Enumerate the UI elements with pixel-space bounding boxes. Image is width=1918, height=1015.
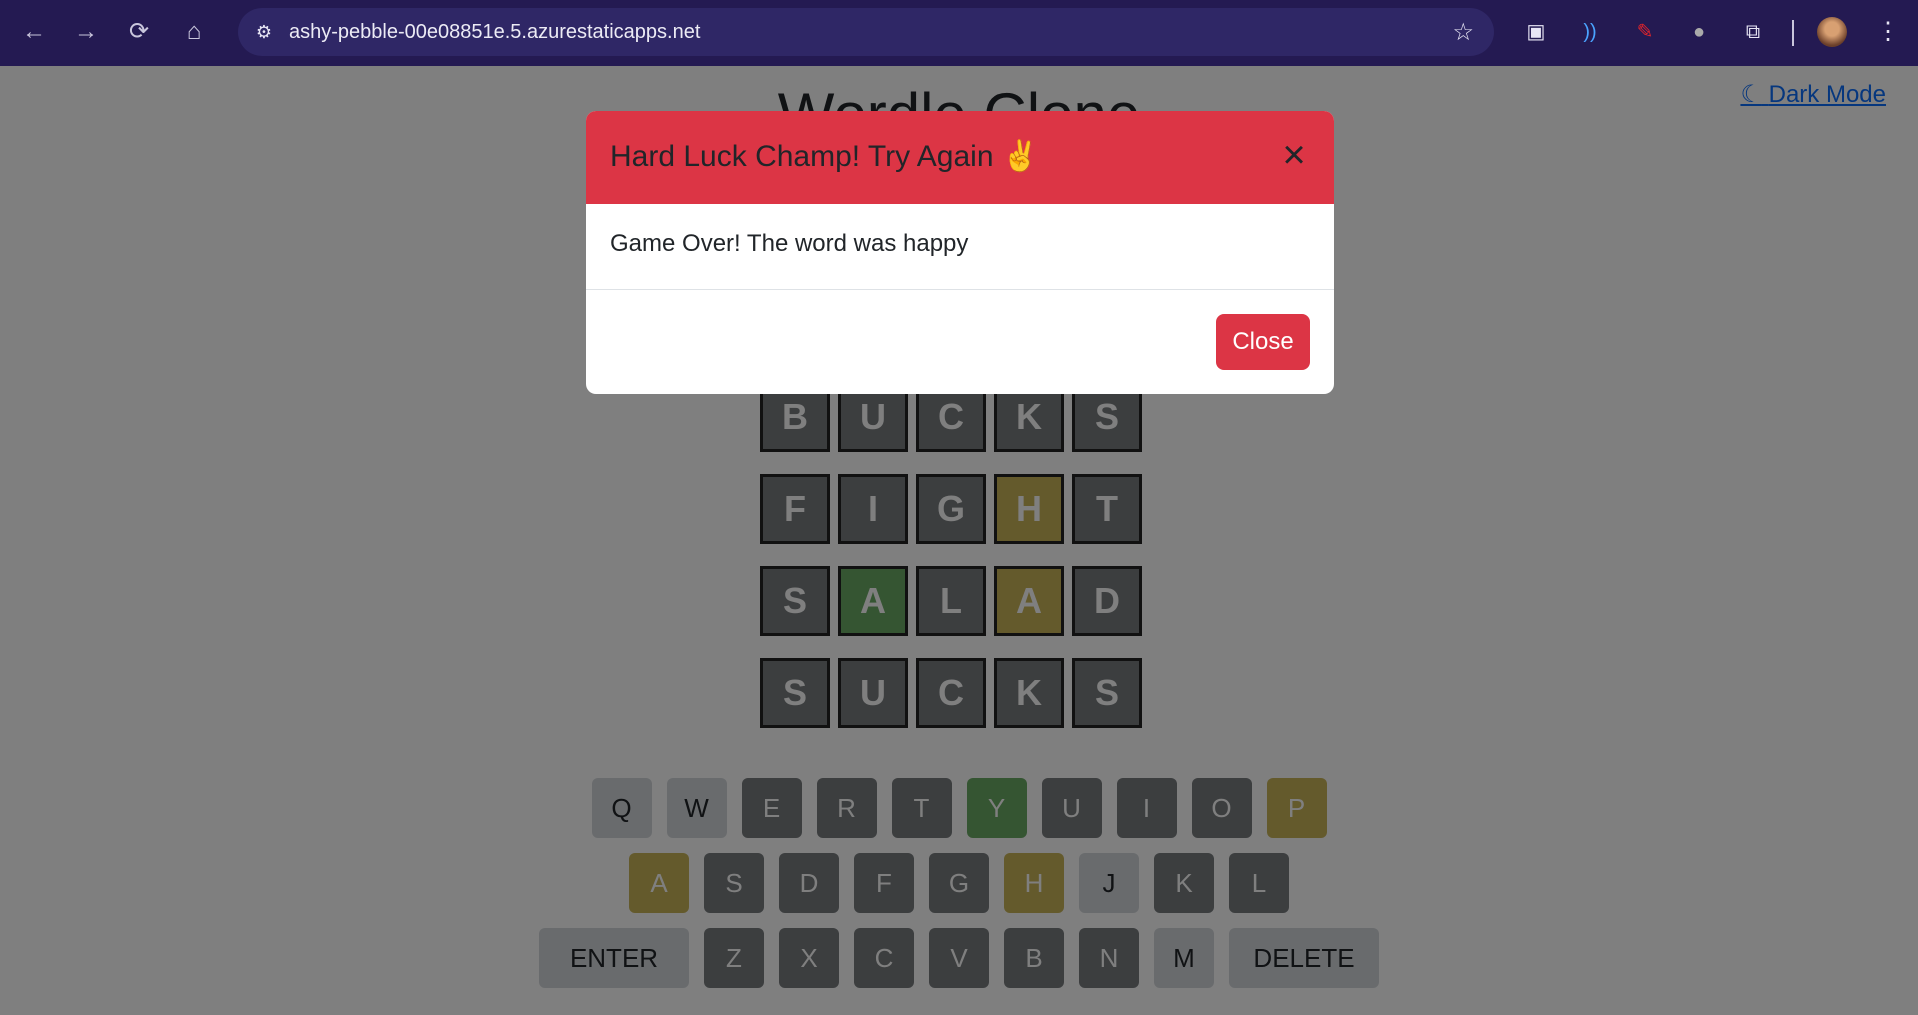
- home-icon[interactable]: ⌂: [176, 14, 212, 50]
- forward-icon[interactable]: →: [68, 14, 104, 50]
- modal-footer: Close: [586, 290, 1334, 394]
- reload-icon[interactable]: ⟳: [121, 14, 157, 50]
- modal-message: Game Over! The word was happy: [610, 230, 969, 257]
- site-info-icon[interactable]: ⚙: [252, 20, 276, 44]
- modal-header: Hard Luck Champ! Try Again ✌ ×: [586, 111, 1334, 204]
- modal-title: Hard Luck Champ! Try Again ✌: [610, 140, 1040, 173]
- picture-in-picture-icon[interactable]: ▣: [1520, 16, 1552, 48]
- game-over-modal: Hard Luck Champ! Try Again ✌ × Game Over…: [586, 111, 1334, 394]
- extensions-puzzle-icon[interactable]: ⧉: [1737, 16, 1769, 48]
- bookmark-star-icon[interactable]: ☆: [1452, 18, 1474, 47]
- bug-extension-icon[interactable]: ●: [1683, 16, 1715, 48]
- close-icon[interactable]: ×: [1274, 135, 1314, 175]
- toolbar-divider: [1792, 20, 1794, 46]
- read-aloud-icon[interactable]: )): [1574, 16, 1606, 48]
- url-text[interactable]: ashy-pebble-00e08851e.5.azurestaticapps.…: [289, 20, 700, 44]
- pen-extension-icon[interactable]: ✎: [1629, 16, 1661, 48]
- address-bar[interactable]: ⚙ ashy-pebble-00e08851e.5.azurestaticapp…: [238, 8, 1494, 56]
- browser-toolbar: ← → ⟳ ⌂ ⚙ ashy-pebble-00e08851e.5.azures…: [0, 0, 1918, 66]
- modal-body: Game Over! The word was happy: [586, 204, 1334, 290]
- profile-avatar[interactable]: [1817, 17, 1847, 47]
- close-button[interactable]: Close: [1216, 314, 1310, 370]
- menu-kebab-icon[interactable]: ⋮: [1872, 16, 1904, 48]
- back-icon[interactable]: ←: [16, 14, 52, 50]
